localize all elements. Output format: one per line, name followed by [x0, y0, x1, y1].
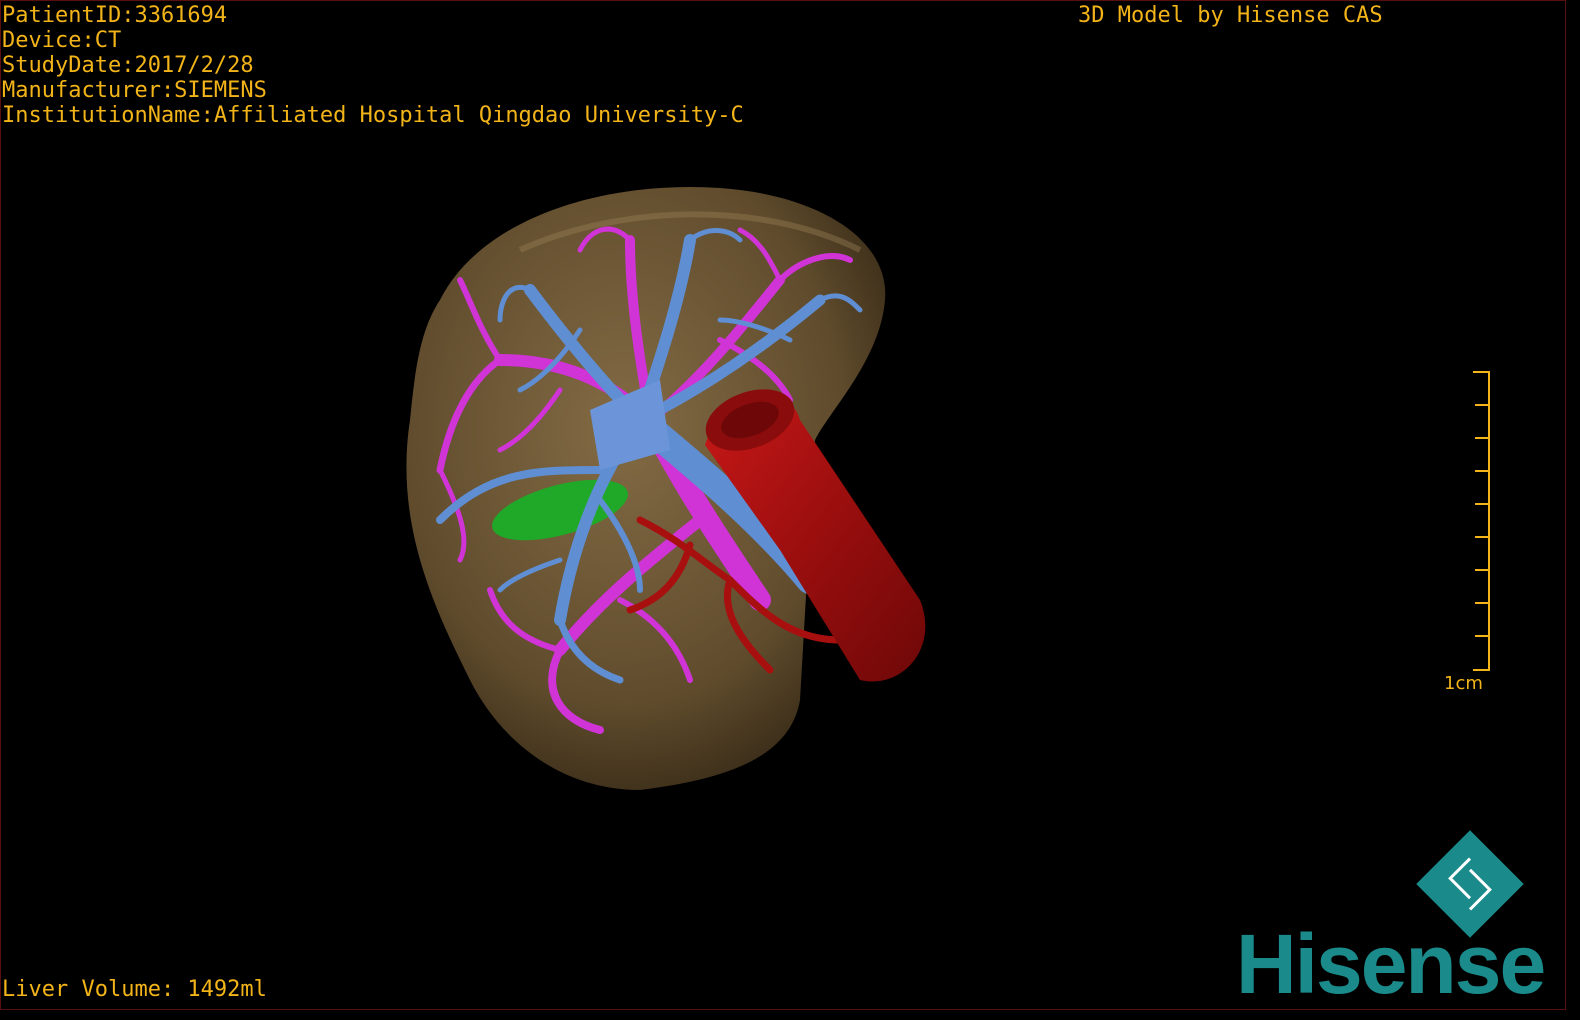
- scale-bar: [1473, 371, 1490, 671]
- patient-id: PatientID:3361694: [2, 3, 228, 28]
- study-date: StudyDate:2017/2/28: [2, 53, 254, 78]
- manufacturer: Manufacturer:SIEMENS: [2, 78, 267, 103]
- device: Device:CT: [2, 28, 122, 53]
- liver-volume: Liver Volume: 1492ml: [2, 977, 267, 1002]
- patient-info-panel: PatientID:3361694 Device:CT StudyDate:20…: [2, 3, 744, 128]
- scale-bar-label: 1cm: [1444, 673, 1483, 694]
- institution-name: InstitutionName:Affiliated Hospital Qing…: [2, 103, 744, 128]
- model-credit: 3D Model by Hisense CAS: [1078, 3, 1383, 28]
- hisense-brand: Hisense: [1236, 917, 1546, 1011]
